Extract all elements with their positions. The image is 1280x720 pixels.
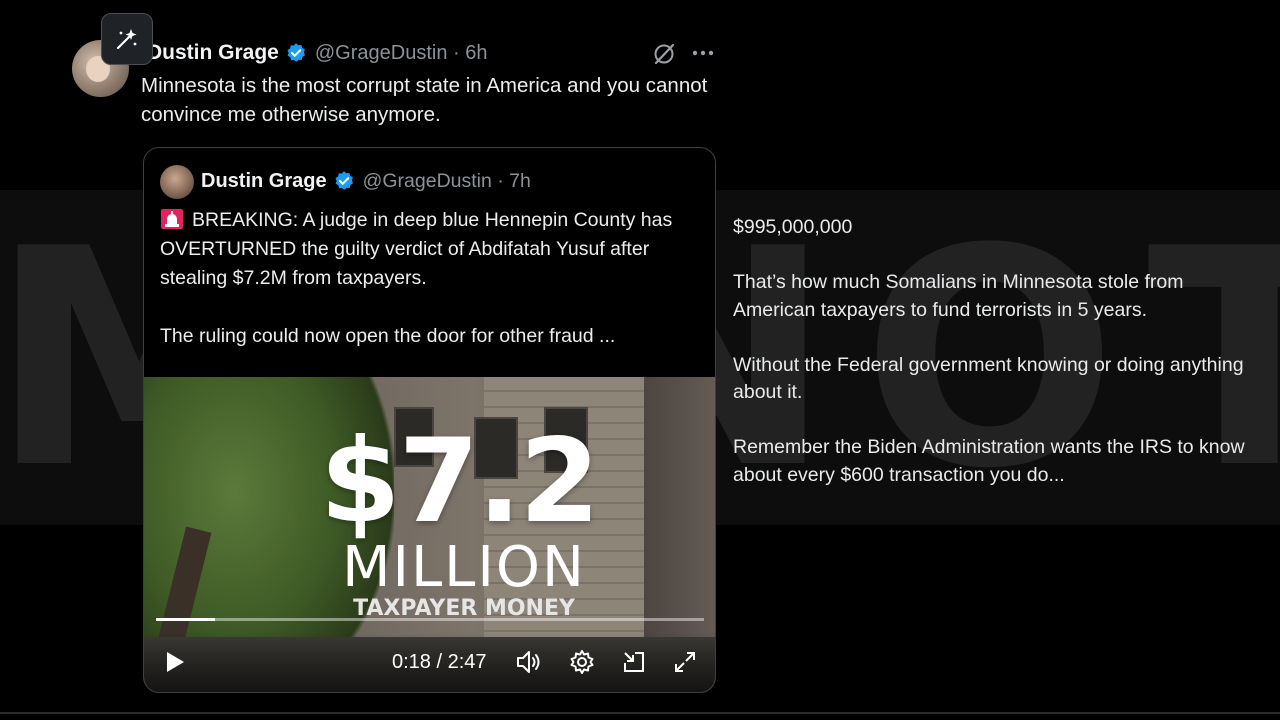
quoted-tweet-card[interactable]: Dustin Grage @GrageDustin · 7h BREAKING:…	[143, 147, 716, 693]
author-name[interactable]: Dustin Grage	[147, 41, 279, 65]
settings-icon	[570, 650, 594, 674]
more-icon[interactable]	[690, 44, 716, 62]
quoted-tweet-text: BREAKING: A judge in deep blue Hennepin …	[160, 206, 705, 351]
verified-badge-icon	[335, 171, 353, 190]
video-progress-fill	[156, 618, 216, 621]
grok-icon[interactable]	[651, 41, 677, 67]
side-commentary: $995,000,000 That’s how much Somalians i…	[733, 214, 1253, 517]
siren-icon	[161, 209, 183, 229]
video-overlay-unit: MILLION	[342, 535, 586, 600]
side-text-amount: $995,000,000	[733, 216, 853, 238]
side-text-paragraph: Remember the Biden Administration wants …	[733, 436, 1245, 486]
volume-button[interactable]	[514, 647, 544, 677]
play-icon	[167, 652, 184, 672]
quoted-author-name[interactable]: Dustin Grage	[201, 170, 327, 193]
volume-icon	[517, 651, 540, 673]
side-text-paragraph: That’s how much Somalians in Minnesota s…	[733, 271, 1184, 321]
sparkle-button[interactable]	[101, 13, 153, 65]
tweet-text: Minnesota is the most corrupt state in A…	[141, 74, 708, 126]
side-text-paragraph: Without the Federal government knowing o…	[733, 353, 1244, 404]
quoted-tweet-body: BREAKING: A judge in deep blue Hennepin …	[160, 209, 673, 347]
video-player[interactable]: $7.2 MILLION TAXPAYER MONEY 0:18 / 2:47	[144, 377, 715, 692]
picture-in-picture-button[interactable]	[619, 647, 649, 677]
video-time: 0:18 / 2:47	[392, 651, 487, 673]
author-handle-time[interactable]: @GrageDustin · 6h	[315, 42, 488, 65]
settings-button[interactable]	[567, 647, 597, 677]
quoted-author-handle-time[interactable]: @GrageDustin · 7h	[363, 170, 531, 193]
verified-badge-icon	[287, 43, 305, 62]
sparkle-icon	[116, 29, 137, 50]
video-progress-bar[interactable]	[156, 618, 704, 621]
pip-icon	[624, 652, 644, 672]
quoted-tweet-header: Dustin Grage @GrageDustin · 7h	[201, 167, 531, 195]
quoted-author-avatar[interactable]	[160, 165, 194, 199]
fullscreen-button[interactable]	[670, 647, 700, 677]
bottom-divider	[0, 712, 1280, 714]
fullscreen-icon	[675, 652, 695, 672]
play-button[interactable]	[162, 647, 188, 677]
video-overlay-amount: $7.2	[319, 414, 600, 549]
tweet-header: Dustin Grage @GrageDustin · 6h	[147, 38, 487, 68]
